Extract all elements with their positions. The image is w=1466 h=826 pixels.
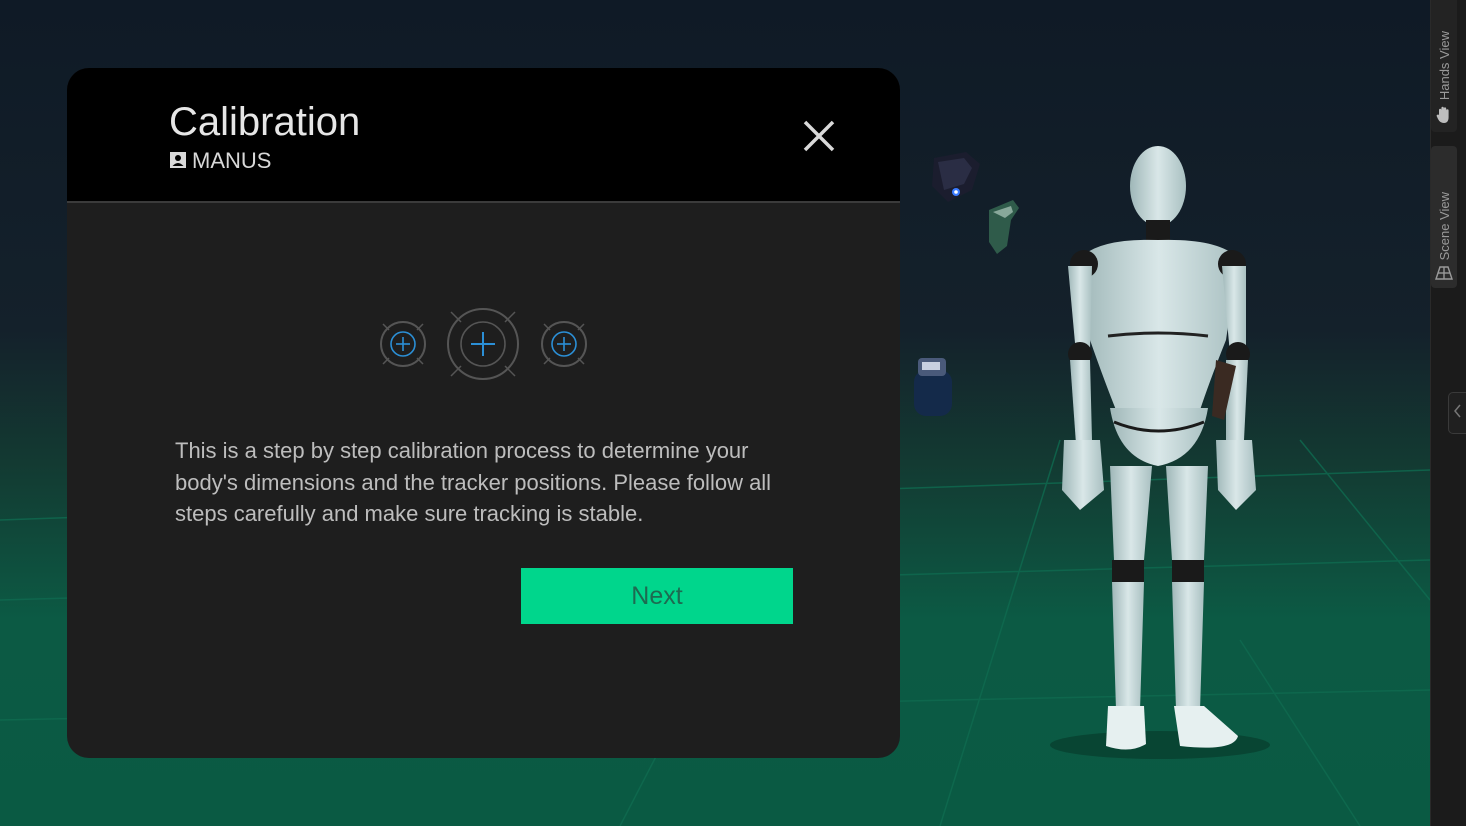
chevron-left-icon	[1453, 404, 1462, 423]
panel-collapse-handle[interactable]	[1448, 392, 1466, 434]
crosshair-large-center-icon	[447, 308, 519, 380]
close-button[interactable]	[797, 114, 841, 158]
crosshair-small-right-icon	[541, 321, 587, 367]
tab-hands-view[interactable]: Hands View	[1431, 0, 1457, 132]
dialog-subtitle: MANUS	[170, 148, 271, 174]
profile-icon	[170, 148, 186, 174]
calibration-description: This is a step by step calibration proce…	[175, 438, 772, 526]
profile-name: MANUS	[192, 148, 272, 173]
crosshair-small-left-icon	[380, 321, 426, 367]
tab-hands-view-label: Hands View	[1436, 30, 1452, 100]
next-button[interactable]: Next	[521, 568, 793, 624]
scene-icon	[1435, 266, 1453, 280]
hand-icon	[1436, 106, 1452, 124]
dialog-title: Calibration	[169, 100, 361, 144]
tracker-headset	[932, 152, 980, 202]
close-icon	[797, 120, 841, 162]
calibration-crosshair-icons	[380, 308, 587, 380]
tab-scene-view-label: Scene View	[1436, 191, 1452, 260]
calibration-dialog: Calibration MANUS This is a step by step…	[67, 68, 900, 758]
dialog-header: Calibration MANUS	[67, 68, 900, 203]
tracker-controller	[989, 200, 1019, 254]
tracker-puck	[914, 358, 952, 416]
humanoid-avatar	[1062, 146, 1256, 750]
tab-scene-view[interactable]: Scene View	[1431, 146, 1457, 288]
